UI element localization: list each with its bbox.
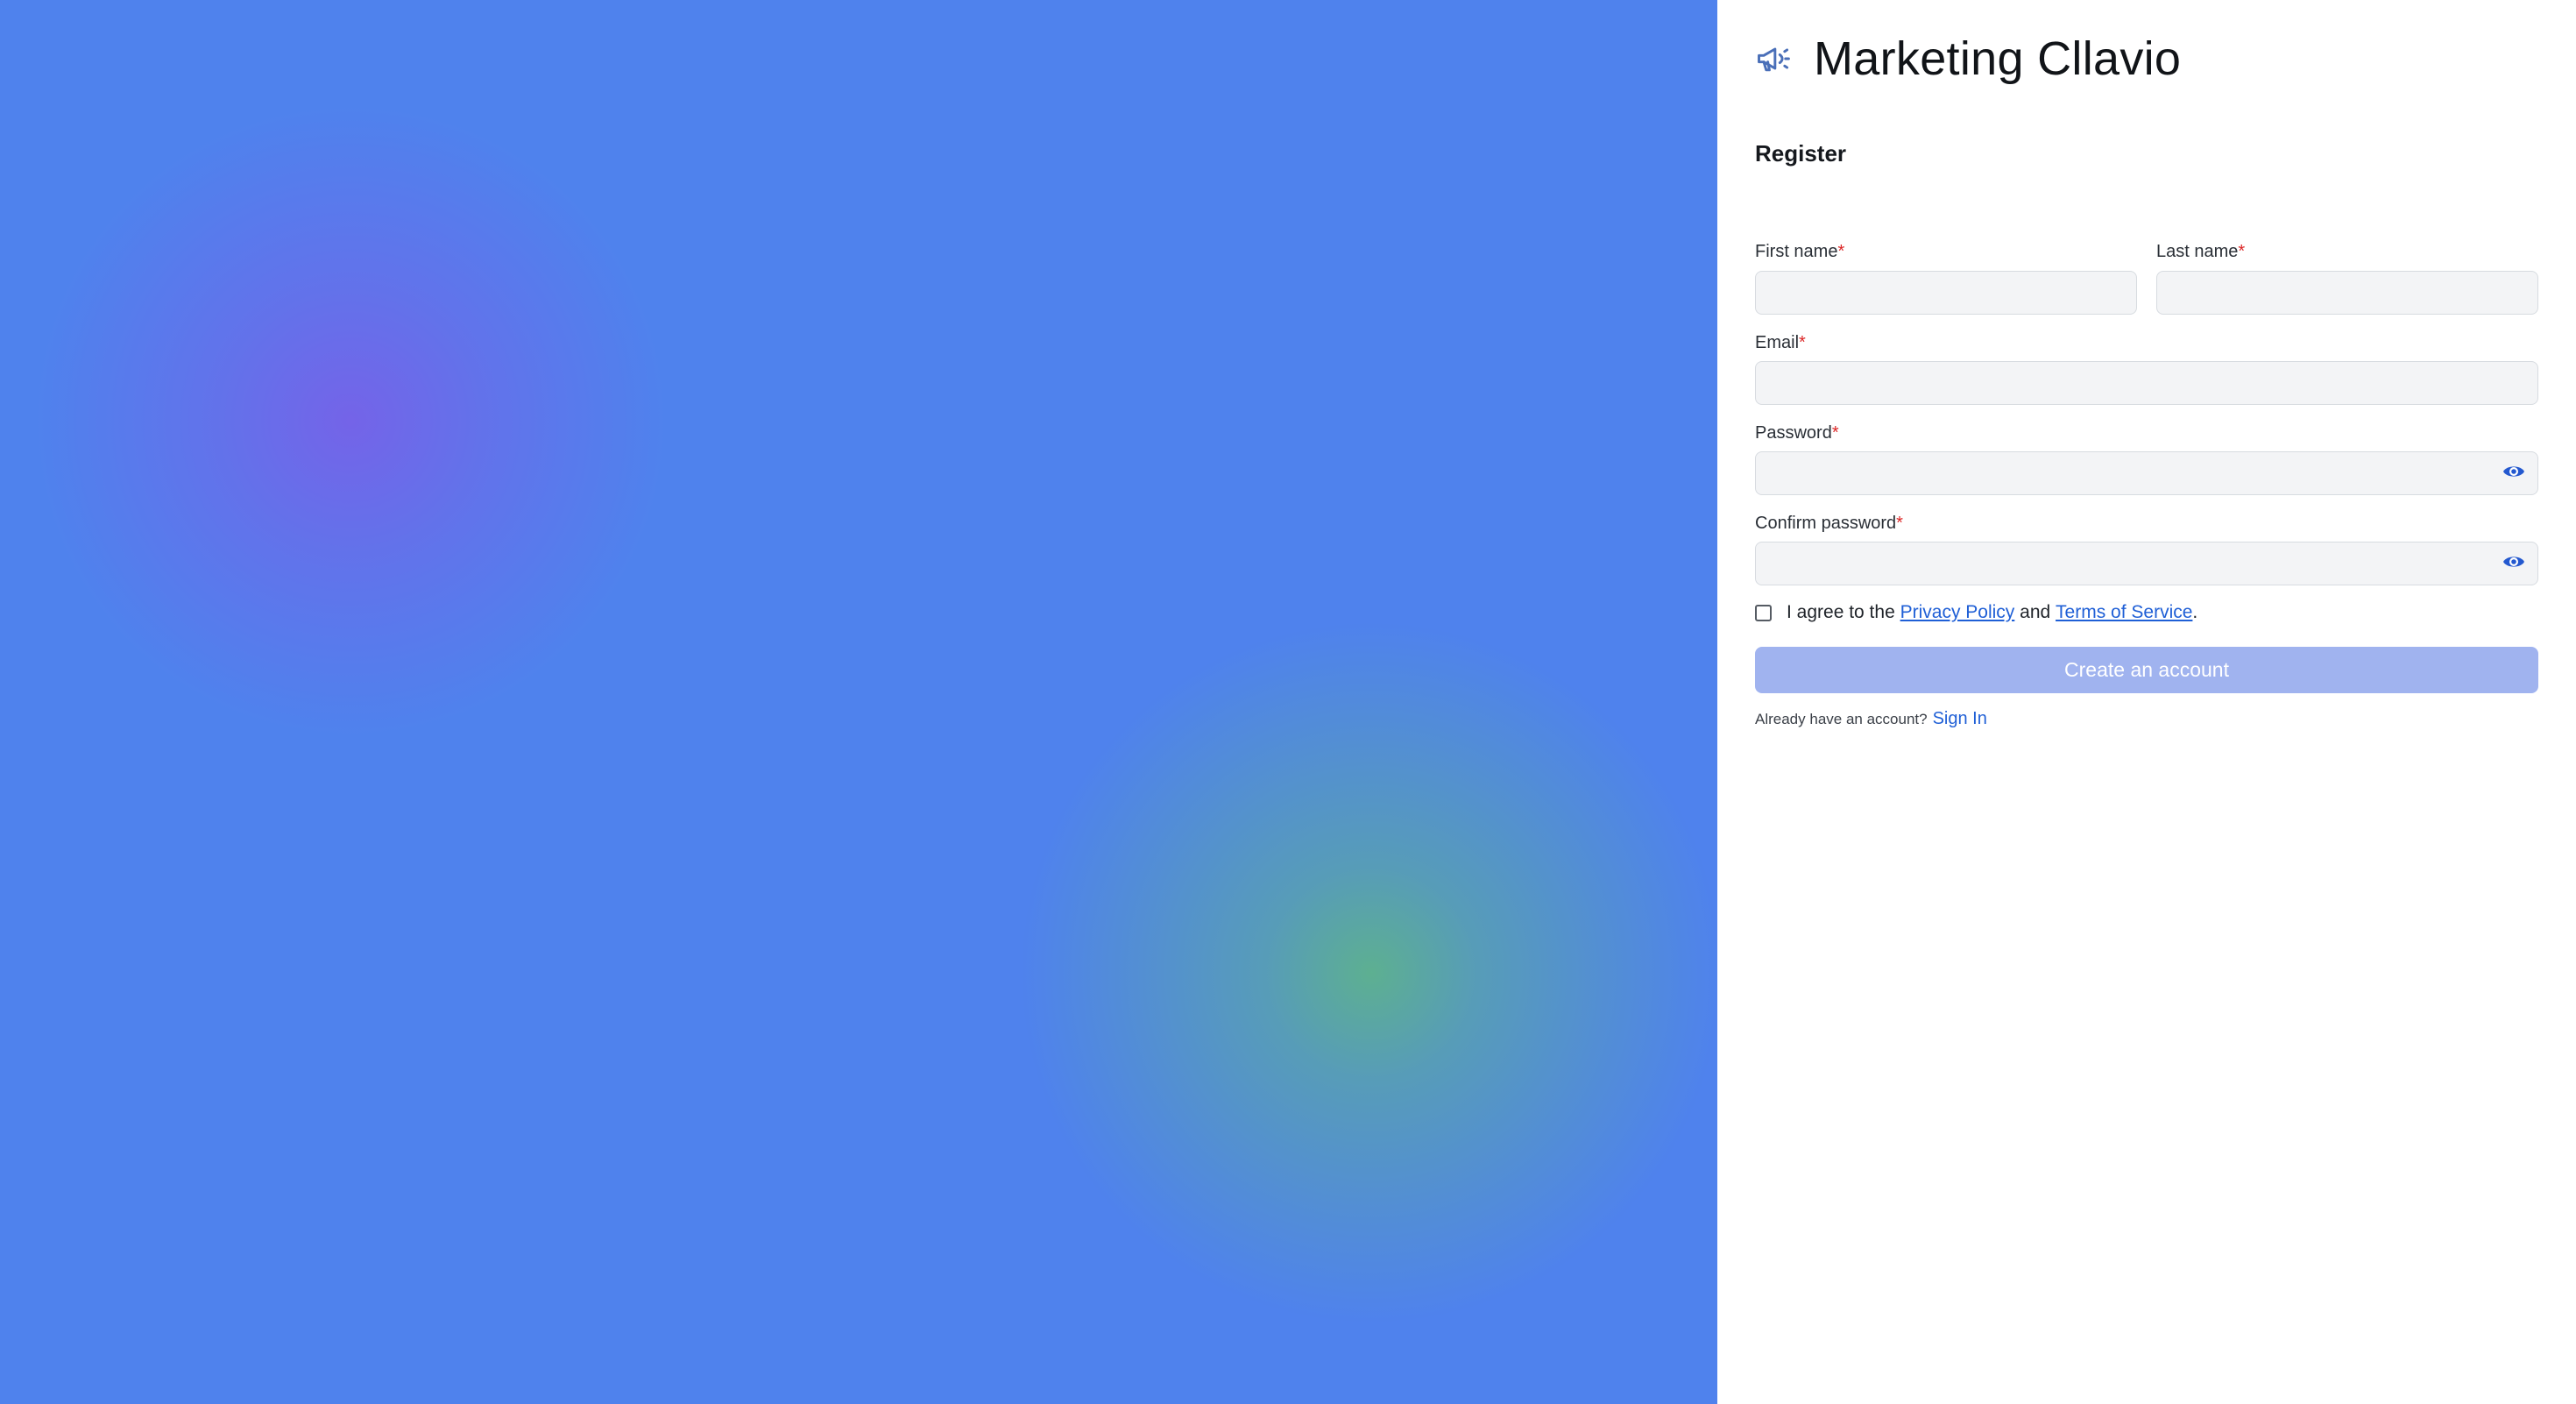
agree-prefix: I agree to the [1787,602,1895,622]
page-title: Register [1755,140,1847,167]
agree-conjunction: and [2020,602,2051,622]
brand-header: Marketing Cllavio [1754,32,2181,86]
password-input[interactable] [1755,451,2538,495]
password-label-text: Password [1755,423,1832,443]
create-account-button[interactable]: Create an account [1755,647,2538,693]
confirm-password-label: Confirm password* [1755,514,1903,534]
signin-row: Already have an account? Sign In [1755,709,1987,729]
brand-title: Marketing Cllavio [1814,32,2182,85]
required-mark: * [1799,333,1806,352]
hero-background [0,0,1717,1404]
first-name-input[interactable] [1755,271,2137,315]
privacy-policy-link[interactable]: Privacy Policy [1900,602,2015,623]
eye-icon[interactable] [2502,553,2525,571]
required-mark: * [2238,242,2246,261]
signin-link[interactable]: Sign In [1933,709,1987,729]
email-label: Email* [1755,333,1806,353]
signin-prompt: Already have an account? [1755,711,1928,727]
last-name-input[interactable] [2156,271,2538,315]
confirm-password-input[interactable] [1755,542,2538,585]
confirm-password-label-text: Confirm password [1755,514,1897,533]
terms-of-service-link[interactable]: Terms of Service [2056,602,2192,623]
terms-checkbox[interactable] [1755,604,1772,621]
email-input[interactable] [1755,361,2538,405]
agree-suffix: . [2192,602,2198,622]
last-name-label: Last name* [2156,242,2245,262]
terms-agreement: I agree to the Privacy Policy and Terms … [1755,602,2197,623]
eye-icon[interactable] [2502,463,2525,480]
register-panel [1717,0,2576,1404]
required-mark: * [1831,423,1839,443]
first-name-label-text: First name [1755,242,1838,261]
last-name-label-text: Last name [2156,242,2239,261]
megaphone-icon [1758,47,1790,72]
required-mark: * [1837,242,1845,261]
required-mark: * [1896,514,1903,533]
password-label: Password* [1755,423,1839,443]
email-label-text: Email [1755,333,1800,352]
first-name-label: First name* [1755,242,1844,262]
